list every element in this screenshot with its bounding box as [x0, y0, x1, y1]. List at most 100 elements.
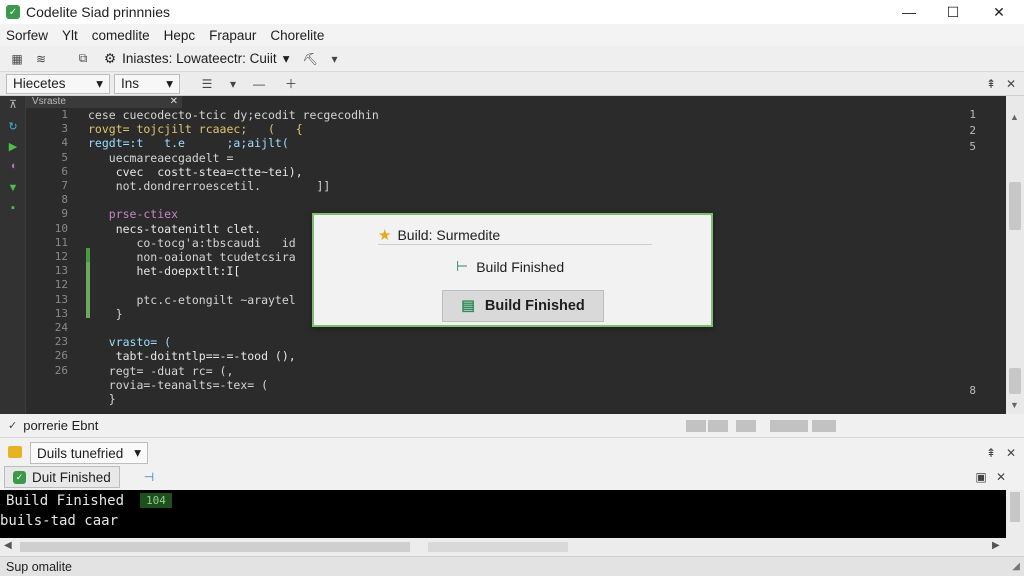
output-tab-label: Duit Finished	[32, 469, 111, 485]
line-number: 8	[61, 193, 68, 207]
scrollbar-thumb[interactable]	[1009, 368, 1021, 394]
output-panel-label: porrerie Ebnt	[23, 418, 99, 433]
line-number: 9	[61, 207, 68, 221]
right-marker: 5	[969, 140, 976, 153]
line-number: 4	[61, 136, 68, 150]
build-status-line: ⊢ Build Finished	[456, 258, 564, 275]
code-line: }	[88, 392, 116, 406]
chevron-down-icon[interactable]: ▾	[224, 75, 242, 93]
chevron-down-icon: ▾	[96, 75, 103, 91]
console-vertical-scrollbar[interactable]	[1006, 490, 1024, 538]
code-line: vrasto= (	[88, 335, 172, 350]
bookmark-icon[interactable]: ▪	[7, 202, 19, 214]
code-line: rovgt= tojcjilt rcaaec; ( {	[88, 122, 303, 137]
code-line: }	[88, 306, 123, 321]
close-icon[interactable]: ✕	[992, 468, 1010, 486]
line-number: 10	[54, 221, 68, 235]
mid-indicator	[708, 420, 728, 432]
add-icon[interactable]: ＋	[282, 75, 300, 93]
horizontal-scrollbar[interactable]: ◀ ▶	[0, 538, 1024, 556]
code-line: ptc.c-etongilt ~araytel	[88, 292, 296, 307]
refresh-icon[interactable]: ↻	[7, 120, 19, 133]
line-number: 13	[54, 306, 68, 320]
message-icon[interactable]	[8, 446, 22, 458]
build-icon[interactable]: ⛏	[301, 50, 319, 68]
line-number-gutter: 1 3 4 5 6 7 8 9 10 11 12 13 12 13 13 24 23 26 26	[26, 108, 72, 414]
layers-icon[interactable]: ≋	[32, 50, 50, 68]
code-line: uecmareaecgadelt =	[88, 150, 234, 165]
workspace-label: Hiecetes	[13, 76, 66, 91]
pin-icon[interactable]: ⇞	[982, 444, 1000, 462]
expand-icon[interactable]: ✓	[8, 419, 17, 432]
line-number: 23	[54, 335, 68, 349]
flag-icon[interactable]: ⊣	[140, 468, 158, 486]
line-number: 13	[54, 264, 68, 278]
scrollbar-thumb[interactable]	[20, 542, 410, 552]
maximize-button[interactable]: ☐	[930, 0, 976, 24]
workspace-selector[interactable]: Hiecetes ▾	[6, 73, 110, 94]
panel-header-label: Vsraste	[32, 96, 66, 107]
scroll-right-icon[interactable]: ▶	[992, 540, 1000, 551]
code-line: regt= -duat rc= (,	[88, 363, 234, 378]
code-line: necs-toatenitlt clet.	[88, 221, 262, 236]
line-number: 12	[54, 278, 68, 292]
dialog-title: ★ Build: Surmedite	[378, 225, 652, 245]
editor-vertical-scrollbar[interactable]: ▲ ▼	[1006, 96, 1024, 414]
collapse-icon[interactable]: ⊼	[7, 98, 19, 111]
code-line: not.dondrerroescetil. ]]	[88, 179, 331, 193]
close-icon[interactable]: ✕	[170, 96, 178, 108]
scrollbar-thumb[interactable]	[1010, 492, 1020, 522]
stop-icon[interactable]: ▼	[7, 182, 19, 194]
settings-icon: ⚙	[104, 50, 117, 66]
console-line: buils-tad caar	[0, 513, 119, 529]
output-tab[interactable]: ✓ Duit Finished	[4, 466, 120, 488]
console-output[interactable]: Build Finished 104 buils-tad caar	[0, 490, 1006, 538]
menu-item[interactable]: Sorfew	[6, 28, 48, 43]
list-icon[interactable]: ☰	[198, 75, 216, 93]
line-number: 5	[61, 150, 68, 164]
terminal-icon[interactable]: ▣	[972, 468, 990, 486]
code-line: regdt=:t t.e ;a;aijlt(	[88, 136, 289, 151]
output-panel: Duils tunefried ▾ ⇞ ✕ ✓ Duit Finished ⊣ …	[0, 438, 1024, 490]
mid-indicator	[736, 420, 756, 432]
configuration-label: Iniastes: Lowateectr: Cuiit	[122, 51, 277, 66]
resize-grip-icon[interactable]: ◢	[1012, 561, 1020, 572]
mid-indicator	[686, 420, 706, 432]
menu-item[interactable]: Chorelite	[270, 28, 324, 43]
close-button[interactable]: ✕	[976, 0, 1022, 24]
scroll-down-icon[interactable]: ▼	[1010, 400, 1019, 410]
minimize-button[interactable]: —	[886, 0, 932, 24]
right-marker: 1	[969, 108, 976, 121]
menu-item[interactable]: Hepc	[164, 28, 196, 43]
menu-item[interactable]: Frapaur	[209, 28, 256, 43]
minus-icon[interactable]: —	[250, 75, 268, 93]
line-number: 1	[61, 108, 68, 121]
output-source-label: Duils tunefried	[37, 445, 124, 461]
menu-item[interactable]: comedlite	[92, 28, 150, 43]
scroll-up-icon[interactable]: ▲	[1010, 112, 1019, 122]
grid-icon[interactable]: ▦	[8, 50, 26, 68]
line-number: 12	[54, 250, 68, 263]
console-line: Build Finished	[6, 493, 125, 509]
menu-item[interactable]: Ylt	[62, 28, 78, 43]
editor-tab-bar: Hiecetes ▾ Ins ▾ ☰ ▾ — ＋ ⇞ ✕	[0, 72, 1024, 96]
output-source-selector[interactable]: Duils tunefried ▾	[30, 442, 148, 464]
toolbar: ▦ ≋ ⧉ ⚙ Iniastes: Lowateectr: Cuiit ▾ ⛏ …	[0, 46, 1024, 72]
status-text: Sup omalite	[6, 559, 73, 574]
pin-icon[interactable]: ⇞	[982, 75, 1000, 93]
file-selector[interactable]: Ins ▾	[114, 73, 180, 94]
code-line: cese cuecodecto-tcic dy;ecodit recgecodh…	[88, 108, 379, 122]
scroll-left-icon[interactable]: ◀	[4, 540, 12, 551]
close-panel-icon[interactable]: ✕	[1002, 75, 1020, 93]
code-line: het-doepxtlt:I[	[88, 264, 241, 279]
activity-strip: ⊼ ↻ ▶ ◖ ▼ ▪	[0, 96, 26, 414]
close-panel-icon[interactable]: ✕	[1002, 444, 1020, 462]
build-finished-button[interactable]: ▤ Build Finished	[442, 290, 604, 322]
run-icon[interactable]: ▶	[7, 140, 19, 153]
debug-icon[interactable]: ◖	[7, 160, 19, 172]
copy-icon[interactable]: ⧉	[74, 50, 92, 68]
scrollbar-thumb[interactable]	[1009, 182, 1021, 230]
code-line: prse-ctiex	[88, 207, 179, 222]
chevron-down-icon[interactable]: ▾	[325, 50, 343, 68]
configuration-selector[interactable]: ⚙ Iniastes: Lowateectr: Cuiit ▾	[98, 49, 295, 69]
